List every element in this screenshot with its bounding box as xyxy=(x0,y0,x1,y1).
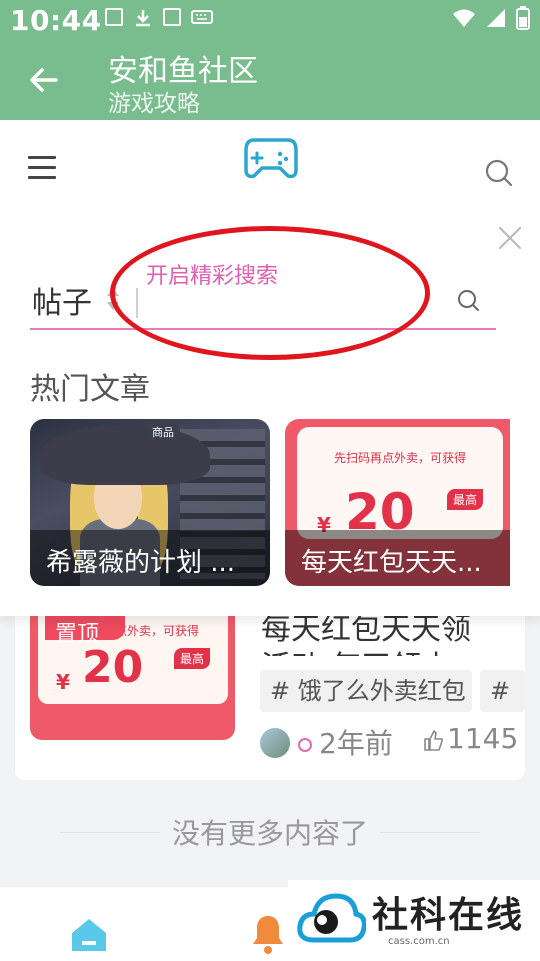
signal-icon xyxy=(487,9,505,27)
hot-article-card[interactable]: 商品 希露薇的计划 ... xyxy=(30,419,270,586)
watermark-logo xyxy=(297,893,366,943)
hot-articles-heading: 热门文章 xyxy=(30,372,150,407)
search-scope-select[interactable]: 帖子 xyxy=(32,278,92,322)
app-icon xyxy=(163,8,181,26)
shop-tag: 商品 xyxy=(148,423,178,441)
image-icon xyxy=(105,8,123,26)
home-icon[interactable] xyxy=(70,917,108,953)
list-item-title-line2: 活动:每天领去 xyxy=(261,642,451,656)
menu-icon[interactable] xyxy=(28,156,56,186)
download-icon xyxy=(136,10,150,27)
divider xyxy=(380,832,480,833)
app-bar: 安和鱼社区 游戏攻略 xyxy=(0,40,540,120)
coupon-badge: 最高 xyxy=(447,489,484,510)
toolbar xyxy=(0,120,540,198)
coupon-badge: 最高 xyxy=(174,648,211,669)
close-icon[interactable] xyxy=(496,224,524,252)
search-icon[interactable] xyxy=(484,158,514,188)
back-arrow-icon[interactable] xyxy=(26,62,62,98)
like-count: 1145 xyxy=(447,722,519,755)
coupon-card: 先扫码再点外卖，可获得 ¥ 20 最高 xyxy=(297,427,503,541)
coupon-amount: 20 xyxy=(82,642,144,693)
status-bar: 10:44 xyxy=(0,0,540,40)
topic-tag[interactable]: # xyxy=(480,670,525,712)
thumbs-up-icon[interactable] xyxy=(423,728,443,752)
watermark-url: cass.com.cn xyxy=(388,936,450,947)
keyboard-icon xyxy=(191,10,213,24)
status-notification-icons xyxy=(105,8,213,28)
battery-icon xyxy=(516,6,530,30)
bell-icon[interactable] xyxy=(250,913,286,955)
wifi-icon xyxy=(453,9,475,27)
illustration-hat xyxy=(40,425,210,485)
hot-article-title: 希露薇的计划 ... xyxy=(30,530,270,586)
highlight-circle xyxy=(110,226,430,360)
watermark: 社科在线 cass.com.cn xyxy=(288,880,540,960)
search-panel: 帖子 开启精彩搜索 热门文章 商品 希露薇的计划 ... 先扫码再点外卖，可获得… xyxy=(0,198,540,616)
status-time: 10:44 xyxy=(10,4,102,37)
status-system-icons xyxy=(452,6,530,30)
search-icon[interactable] xyxy=(456,288,482,314)
pinned-badge: 置顶 xyxy=(45,616,125,647)
gamepad-logo-icon xyxy=(244,138,298,179)
topic-tag[interactable]: # 饿了么外卖红包 xyxy=(260,670,472,712)
coupon-currency: ¥ xyxy=(56,670,70,694)
hot-article-title: 每天红包天天... xyxy=(285,530,510,586)
app-subtitle: 游戏攻略 xyxy=(108,91,200,117)
watermark-name: 社科在线 xyxy=(372,895,525,936)
status-dot-icon xyxy=(298,738,312,752)
list-item[interactable]: 先扫码再点外卖，可获得 ¥ 20 最高 置顶 每天红包天天领 活动:每天领去 #… xyxy=(15,612,525,780)
hot-article-card[interactable]: 先扫码再点外卖，可获得 ¥ 20 最高 每天红包天天... xyxy=(285,419,510,586)
avatar[interactable] xyxy=(260,728,290,758)
post-time: 2年前 xyxy=(319,727,393,760)
coupon-caption: 先扫码再点外卖，可获得 xyxy=(333,451,466,465)
